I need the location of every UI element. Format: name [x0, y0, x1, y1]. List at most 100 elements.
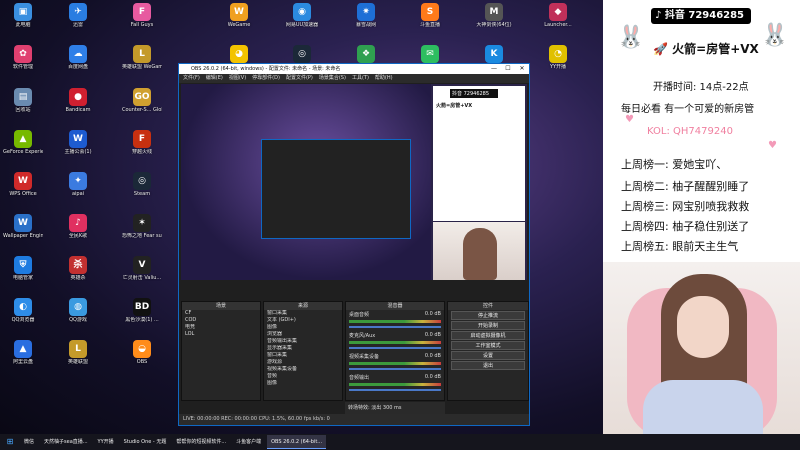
desktop-icon[interactable]: ▣ 此电脑 [3, 3, 43, 37]
desktop-icon[interactable]: W 主播公会(1) [58, 130, 98, 164]
desktop-icon[interactable]: ◆ Launcher... [538, 3, 578, 37]
desktop-icon-label: Fall Guys [130, 22, 154, 28]
desktop-icon[interactable]: ◍ QQ游戏 [58, 298, 98, 332]
app-icon: ◆ [549, 3, 567, 21]
mixer-track-name: 视频采集设备 [349, 354, 380, 360]
menu-docks[interactable]: 停靠部件(D) [252, 74, 280, 83]
menu-view[interactable]: 视图(V) [229, 74, 246, 83]
stop-streaming-button[interactable]: 停止推流 [451, 311, 525, 320]
menu-edit[interactable]: 编辑(E) [206, 74, 223, 83]
desktop-icon[interactable]: ✈ 迅雷 [58, 3, 98, 37]
desktop-icon[interactable]: ☁ 百度网盘 [58, 45, 98, 79]
taskbar-item[interactable]: 天然柚子sea直播... [40, 435, 92, 449]
source-item[interactable]: 图像 [264, 380, 342, 387]
transition-mode[interactable]: 转场特效: 淡出 300 ms [345, 402, 445, 414]
taskbar-item-active[interactable]: OBS 26.0.2 (64-bit... [267, 435, 327, 449]
desktop-icon-label: WeGame [227, 22, 251, 28]
menu-file[interactable]: 文件(F) [183, 74, 200, 83]
desktop-icon-label: 回收站 [15, 107, 31, 113]
obs-preview[interactable]: 抖音 72946285 火箭=房管+VX [181, 84, 527, 280]
taskbar-item[interactable]: Studio One - 无题 [120, 435, 171, 449]
source-item[interactable]: 窗口采集 [264, 310, 342, 317]
desktop-icon[interactable]: ♪ 全民K歌 [58, 214, 98, 248]
transition-mode-value[interactable]: 淡出 [371, 405, 381, 411]
desktop-icon[interactable]: BD 黑色沙漠(1) ... [122, 298, 162, 332]
minimize-icon[interactable]: — [487, 64, 501, 74]
app-icon: ● [69, 88, 87, 106]
source-item[interactable]: 图像 [264, 324, 342, 331]
rank-2: 上周榜二: 柚子醒醒别睡了 [621, 180, 750, 193]
desktop-icon[interactable]: ◎Steam [122, 172, 162, 206]
desktop-icon[interactable]: ▤ 回收站 [3, 88, 43, 122]
taskbar-item[interactable]: YY开播 [94, 435, 118, 449]
desktop-icon[interactable]: ⛨ 电脑管家 [3, 256, 43, 290]
scene-item[interactable]: LOL [182, 331, 260, 338]
source-item[interactable]: 音频输出采集 [264, 338, 342, 345]
exit-button[interactable]: 退出 [451, 361, 525, 370]
desktop-icon[interactable]: 杀英雄杀 [58, 256, 98, 290]
app-icon: ✿ [14, 45, 32, 63]
desktop-icon[interactable]: ◒ OBS [122, 340, 162, 374]
taskbar-item[interactable]: 帮帮你的短视频软件... [172, 435, 230, 449]
virtual-camera-button[interactable]: 启动虚拟摄像机 [451, 331, 525, 340]
source-item[interactable]: 显示器采集 [264, 345, 342, 352]
heart-icon: ♥ [625, 114, 634, 125]
transition-duration[interactable]: 300 ms [383, 405, 402, 411]
source-item[interactable]: 浏览器 [264, 331, 342, 338]
desktop-icon[interactable]: WWallpaper Engine: ... [3, 214, 43, 248]
scene-item[interactable]: COD [182, 317, 260, 324]
settings-button[interactable]: 设置 [451, 351, 525, 360]
desktop-icon[interactable]: ✿ 软件管理 [3, 45, 43, 79]
app-icon: V [133, 256, 151, 274]
start-recording-button[interactable]: 开始录制 [451, 321, 525, 330]
desktop-icon[interactable]: L英雄联盟 WeGame版 [122, 45, 162, 79]
desktop-icon[interactable]: F Fall Guys [122, 3, 162, 37]
desktop-icon[interactable]: W WPS Office [3, 172, 43, 206]
desktop-icon[interactable]: GOCounter-S... Global Off... [122, 88, 162, 122]
desktop-icon[interactable]: W WeGame [219, 3, 259, 37]
desktop-icon[interactable]: ▲ 阿里云盘 [3, 340, 43, 374]
taskbar-item[interactable]: 斗鱼客户端 [232, 435, 265, 449]
obs-window[interactable]: OBS 26.0.2 (64-bit, windows) - 配置文件: 未命名… [178, 63, 530, 426]
desktop-icon[interactable]: ▲GeForce Experience [3, 130, 43, 164]
menu-profile[interactable]: 配置文件(P) [286, 74, 313, 83]
menu-scene-collection[interactable]: 场景集合(S) [319, 74, 346, 83]
app-icon: W [14, 214, 32, 232]
desktop-icon[interactable]: V 亡灵射击 Valiu... [122, 256, 162, 290]
volume-slider[interactable] [349, 389, 441, 391]
app-icon: L [133, 45, 151, 63]
source-item[interactable]: 视频采集设备 [264, 366, 342, 373]
rocket-icon: 🚀 [653, 42, 668, 56]
desktop-icon[interactable]: L 英雄联盟 [58, 340, 98, 374]
taskbar-item[interactable]: 微信 [20, 435, 38, 449]
source-item[interactable]: 窗口采集 [264, 352, 342, 359]
volume-slider[interactable] [349, 347, 441, 349]
desktop-icon[interactable]: F 穿越火线 [122, 130, 162, 164]
obs-title-bar[interactable]: OBS 26.0.2 (64-bit, windows) - 配置文件: 未命名… [179, 64, 529, 74]
start-icon[interactable]: ⊞ [2, 435, 18, 449]
scene-item[interactable]: 电竞 [182, 324, 260, 331]
desktop-icon[interactable]: S 斗鱼直播 [410, 3, 450, 37]
desktop-icon[interactable]: ✦ aipai [58, 172, 98, 206]
close-icon[interactable]: ✕ [515, 64, 529, 74]
studio-mode-button[interactable]: 工作室模式 [451, 341, 525, 350]
menu-tools[interactable]: 工具(T) [352, 74, 369, 83]
desktop-icon-label: 暴雪战网 [355, 22, 376, 28]
desktop-icon[interactable]: ✷ 暴雪战网 [346, 3, 386, 37]
desktop-icon[interactable]: ✶恐怖之地 Fear sur... [122, 214, 162, 248]
mixer-track: 视频采集设备 0.0 dB [346, 352, 444, 373]
source-item[interactable]: 游戏源 [264, 359, 342, 366]
source-item[interactable]: 文本 (GDI+) [264, 317, 342, 324]
desktop-icon[interactable]: ◐ QQ浏览器 [3, 298, 43, 332]
maximize-icon[interactable]: ☐ [501, 64, 515, 74]
desktop-icon[interactable]: M 大神剑侠(64位) [474, 3, 514, 37]
menu-help[interactable]: 帮助(H) [375, 74, 393, 83]
desktop-icon[interactable]: ◔ YY开播 [538, 45, 578, 79]
source-item[interactable]: 音频 [264, 373, 342, 380]
scene-item[interactable]: CF [182, 310, 260, 317]
volume-slider[interactable] [349, 368, 441, 370]
desktop-icon[interactable]: ● Bandicam [58, 88, 98, 122]
desktop-icon[interactable]: ◉ 网易UU加速器 [282, 3, 322, 37]
volume-slider[interactable] [349, 326, 441, 328]
desktop-icon-label: 全民K歌 [68, 233, 88, 239]
